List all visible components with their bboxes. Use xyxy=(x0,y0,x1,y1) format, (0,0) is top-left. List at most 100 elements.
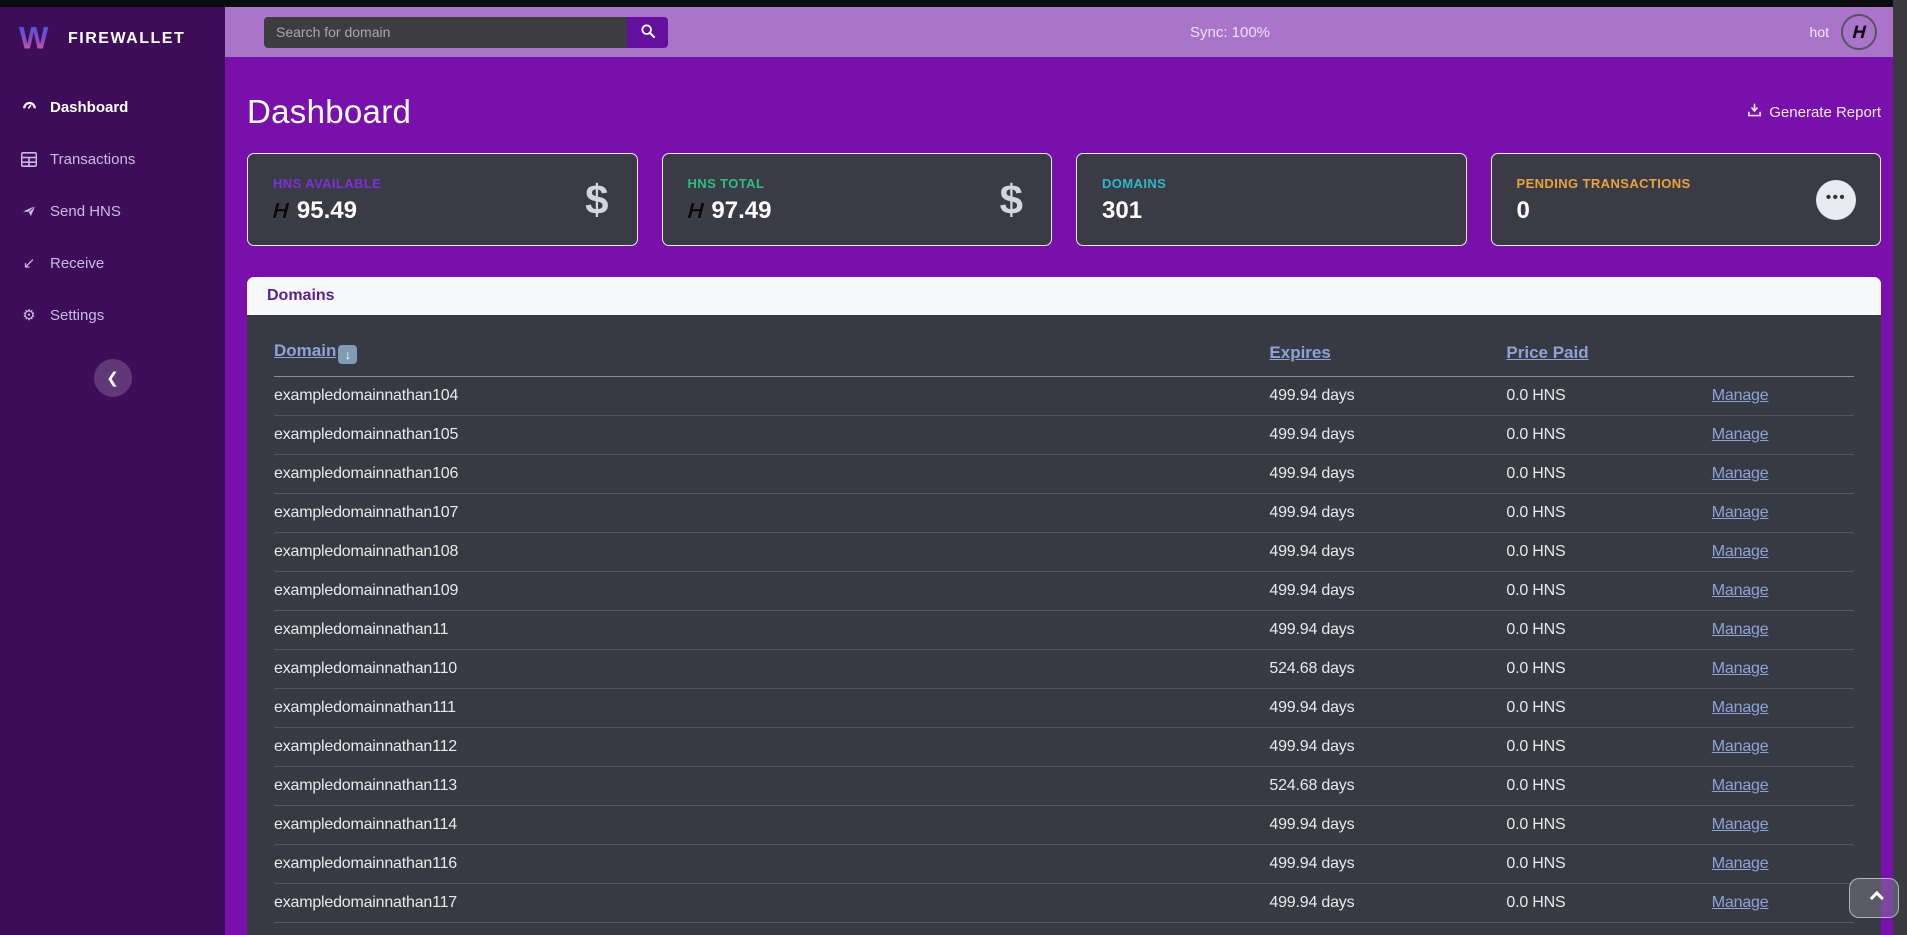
expires-cell: 524.68 days xyxy=(1269,650,1506,689)
sidebar-item-label: Transactions xyxy=(50,151,135,168)
sync-status: Sync: 100% xyxy=(1190,24,1270,41)
stat-value: 95.49 xyxy=(297,197,357,225)
manage-link[interactable]: Manage xyxy=(1712,660,1769,677)
table-row: exampledomainnathan116 499.94 days 0.0 H… xyxy=(274,845,1854,884)
sidebar-item-dashboard[interactable]: Dashboard xyxy=(0,81,225,133)
domain-name-cell: exampledomainnathan113 xyxy=(274,767,1269,806)
topbar: Sync: 100% hot H xyxy=(225,7,1893,57)
sidebar-nav: Dashboard Transactions Send HNS ↙ Receiv… xyxy=(0,81,225,341)
price-paid-cell: 0.0 HNS xyxy=(1506,494,1711,533)
page-title: Dashboard xyxy=(247,93,411,131)
manage-link[interactable]: Manage xyxy=(1712,504,1769,521)
domain-search xyxy=(264,17,668,48)
expires-cell: 499.94 days xyxy=(1269,572,1506,611)
domain-name-cell: exampledomainnathan11 xyxy=(274,611,1269,650)
sidebar-item-send-hns[interactable]: Send HNS xyxy=(0,185,225,237)
firewallet-app: W FIREWALLET Dashboard Transactions xyxy=(0,0,1907,935)
ellipsis-icon[interactable]: ••• xyxy=(1816,180,1856,220)
domain-name-cell: exampledomainnathan111 xyxy=(274,689,1269,728)
table-header-row: Domain↓ Expires Price Paid xyxy=(274,327,1854,377)
generate-report-button[interactable]: Generate Report xyxy=(1747,103,1881,122)
price-paid-cell: 0.0 HNS xyxy=(1506,728,1711,767)
manage-link[interactable]: Manage xyxy=(1712,894,1769,911)
table-icon xyxy=(18,152,40,167)
download-icon xyxy=(1747,103,1762,122)
expires-cell: 499.94 days xyxy=(1269,533,1506,572)
manage-link[interactable]: Manage xyxy=(1712,699,1769,716)
table-row: exampledomainnathan112 499.94 days 0.0 H… xyxy=(274,728,1854,767)
sidebar-item-label: Dashboard xyxy=(50,99,128,116)
stat-value: 0 xyxy=(1517,197,1530,225)
window-right-edge xyxy=(1893,0,1907,935)
generate-report-label: Generate Report xyxy=(1769,104,1881,121)
expires-cell: 499.94 days xyxy=(1269,689,1506,728)
manage-link[interactable]: Manage xyxy=(1712,816,1769,833)
price-paid-cell: 0.0 HNS xyxy=(1506,884,1711,923)
manage-link[interactable]: Manage xyxy=(1712,543,1769,560)
domains-table: Domain↓ Expires Price Paid exampledomain… xyxy=(274,327,1854,923)
sidebar-item-label: Receive xyxy=(50,255,104,272)
window-top-edge xyxy=(0,0,1907,7)
brand[interactable]: W FIREWALLET xyxy=(0,7,225,69)
sidebar-item-settings[interactable]: ⚙ Settings xyxy=(0,289,225,341)
domain-name-cell: exampledomainnathan114 xyxy=(274,806,1269,845)
gauge-icon xyxy=(18,99,40,116)
price-paid-cell: 0.0 HNS xyxy=(1506,845,1711,884)
domains-table-body: exampledomainnathan104 499.94 days 0.0 H… xyxy=(274,377,1854,923)
manage-link[interactable]: Manage xyxy=(1712,621,1769,638)
stat-label: PENDING TRANSACTIONS xyxy=(1517,176,1857,191)
chevron-up-icon xyxy=(1870,891,1884,905)
expires-cell: 499.94 days xyxy=(1269,611,1506,650)
domain-name-cell: exampledomainnathan105 xyxy=(274,416,1269,455)
table-row: exampledomainnathan108 499.94 days 0.0 H… xyxy=(274,533,1854,572)
stat-card-pending-transactions: PENDING TRANSACTIONS 0 ••• xyxy=(1491,153,1882,246)
domain-name-cell: exampledomainnathan108 xyxy=(274,533,1269,572)
manage-link[interactable]: Manage xyxy=(1712,426,1769,443)
price-paid-cell: 0.0 HNS xyxy=(1506,611,1711,650)
column-header-domain[interactable]: Domain xyxy=(274,341,336,360)
expires-cell: 499.94 days xyxy=(1269,806,1506,845)
table-row: exampledomainnathan109 499.94 days 0.0 H… xyxy=(274,572,1854,611)
column-header-expires[interactable]: Expires xyxy=(1269,343,1330,362)
table-row: exampledomainnathan110 524.68 days 0.0 H… xyxy=(274,650,1854,689)
manage-link[interactable]: Manage xyxy=(1712,387,1769,404)
column-header-price-paid[interactable]: Price Paid xyxy=(1506,343,1588,362)
domain-name-cell: exampledomainnathan116 xyxy=(274,845,1269,884)
sidebar-item-transactions[interactable]: Transactions xyxy=(0,133,225,185)
price-paid-cell: 0.0 HNS xyxy=(1506,416,1711,455)
manage-link[interactable]: Manage xyxy=(1712,777,1769,794)
table-row: exampledomainnathan11 499.94 days 0.0 HN… xyxy=(274,611,1854,650)
handshake-logo-icon: H xyxy=(685,200,706,222)
stat-card-domains: DOMAINS 301 xyxy=(1076,153,1467,246)
wallet-name-label: hot xyxy=(1810,24,1829,40)
table-row: exampledomainnathan111 499.94 days 0.0 H… xyxy=(274,689,1854,728)
handshake-wallet-icon[interactable]: H xyxy=(1841,14,1877,50)
firewallet-logo-icon: W xyxy=(18,20,56,59)
expires-cell: 499.94 days xyxy=(1269,728,1506,767)
sidebar-item-receive[interactable]: ↙ Receive xyxy=(0,237,225,289)
table-row: exampledomainnathan117 499.94 days 0.0 H… xyxy=(274,884,1854,923)
expires-cell: 499.94 days xyxy=(1269,845,1506,884)
sidebar-collapse-button[interactable]: ❮ xyxy=(94,359,132,397)
stat-value: 97.49 xyxy=(711,197,771,225)
stat-value: 301 xyxy=(1102,197,1142,225)
manage-link[interactable]: Manage xyxy=(1712,582,1769,599)
table-row: exampledomainnathan113 524.68 days 0.0 H… xyxy=(274,767,1854,806)
domain-name-cell: exampledomainnathan117 xyxy=(274,884,1269,923)
manage-link[interactable]: Manage xyxy=(1712,465,1769,482)
manage-link[interactable]: Manage xyxy=(1712,855,1769,872)
expires-cell: 499.94 days xyxy=(1269,377,1506,416)
price-paid-cell: 0.0 HNS xyxy=(1506,377,1711,416)
table-row: exampledomainnathan114 499.94 days 0.0 H… xyxy=(274,806,1854,845)
domain-name-cell: exampledomainnathan109 xyxy=(274,572,1269,611)
price-paid-cell: 0.0 HNS xyxy=(1506,533,1711,572)
main-content: Dashboard Generate Report HNS AVAILABLE … xyxy=(225,57,1893,935)
search-input[interactable] xyxy=(264,17,627,48)
search-button[interactable] xyxy=(627,17,668,48)
stat-label: HNS TOTAL xyxy=(688,176,1028,191)
manage-link[interactable]: Manage xyxy=(1712,738,1769,755)
scroll-to-top-button[interactable] xyxy=(1849,878,1899,918)
sort-down-arrow-icon: ↓ xyxy=(338,345,357,364)
expires-cell: 499.94 days xyxy=(1269,494,1506,533)
sidebar: W FIREWALLET Dashboard Transactions xyxy=(0,7,225,935)
